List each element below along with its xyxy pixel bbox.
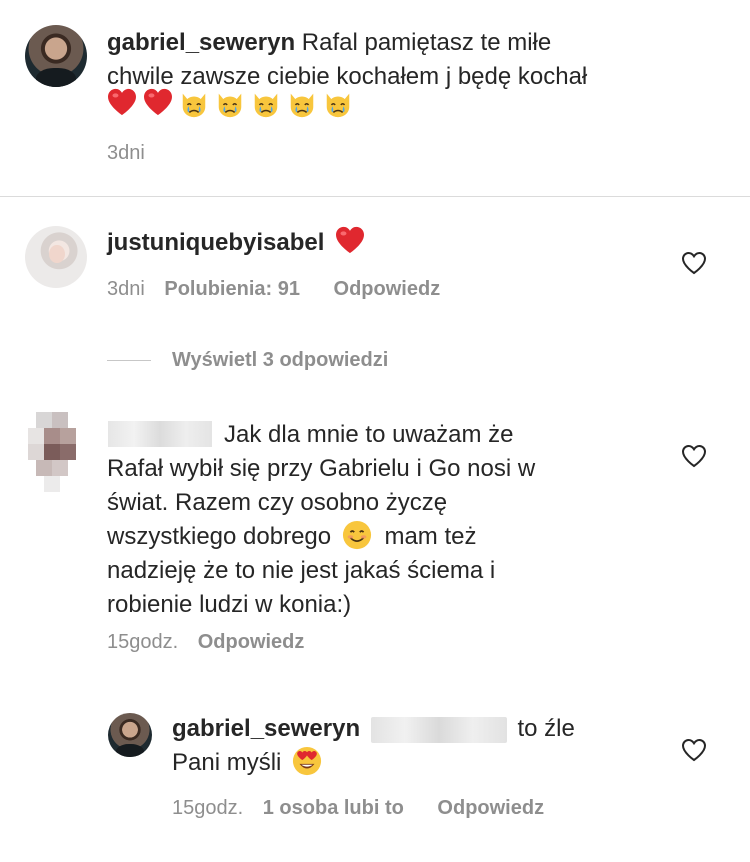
red-heart-emoji bbox=[143, 88, 173, 116]
comment-text: to źle bbox=[517, 715, 575, 742]
view-replies-line bbox=[107, 360, 151, 361]
view-replies-button[interactable]: Wyświetl 3 odpowiedzi bbox=[172, 347, 388, 373]
divider bbox=[0, 196, 750, 197]
crying-cat-emoji bbox=[251, 88, 281, 118]
comment-text: nadzieję że to nie jest jakaś ściema i bbox=[107, 557, 496, 584]
comment-time: 3dni bbox=[107, 142, 145, 164]
avatar[interactable] bbox=[25, 226, 87, 288]
comment: Jak dla mnie to uważam że Rafał wybił si… bbox=[107, 418, 667, 622]
comment-time: 15godz. bbox=[172, 797, 244, 819]
smiling-face-emoji bbox=[342, 520, 372, 550]
reply-button[interactable]: Odpowiedz bbox=[334, 278, 441, 300]
crying-cat-emoji bbox=[323, 88, 353, 118]
comment-text: mam też bbox=[384, 523, 477, 550]
red-heart-emoji bbox=[335, 226, 365, 254]
heart-outline-icon[interactable] bbox=[681, 444, 707, 468]
comment-text: Pani myśli bbox=[172, 749, 282, 776]
heart-outline-icon[interactable] bbox=[681, 738, 707, 762]
comment-meta: 15godz. 1 osoba lubi to Odpowiedz bbox=[172, 795, 544, 821]
comment-text: Rafal pamiętasz te miłe bbox=[301, 29, 552, 56]
avatar[interactable] bbox=[25, 25, 87, 87]
crying-cat-emoji bbox=[179, 88, 209, 118]
comment: gabriel_seweryn to źle Pani myśli bbox=[172, 712, 692, 780]
likes-count[interactable]: 1 osoba lubi to bbox=[263, 797, 404, 819]
comment-meta: 3dni Polubienia: 91 Odpowiedz bbox=[107, 276, 440, 302]
comment: gabriel_seweryn Rafal pamiętasz te miłe … bbox=[107, 26, 727, 94]
emoji-row bbox=[107, 88, 359, 122]
crying-cat-emoji bbox=[215, 88, 245, 118]
comment: justuniquebyisabel bbox=[107, 226, 371, 260]
comment-time: 15godz. bbox=[107, 631, 179, 653]
username[interactable]: gabriel_seweryn bbox=[107, 29, 295, 56]
comment-text: Rafał wybił się przy Gabrielu i Go nosi … bbox=[107, 455, 536, 482]
avatar[interactable] bbox=[28, 412, 84, 492]
comment-text: wszystkiego dobrego bbox=[107, 523, 332, 550]
comment-text: chwile zawsze ciebie kochałem j będę koc… bbox=[107, 63, 588, 90]
heart-eyes-emoji bbox=[292, 746, 322, 776]
blurred-mention[interactable] bbox=[370, 716, 507, 743]
reply-button[interactable]: Odpowiedz bbox=[198, 631, 305, 653]
comment-meta: 15godz. Odpowiedz bbox=[107, 629, 304, 655]
username[interactable]: justuniquebyisabel bbox=[107, 229, 324, 256]
comment-text: Jak dla mnie to uważam że bbox=[224, 421, 514, 448]
avatar[interactable] bbox=[108, 713, 152, 757]
reply-button[interactable]: Odpowiedz bbox=[437, 797, 544, 819]
username[interactable]: gabriel_seweryn bbox=[172, 715, 360, 742]
red-heart-emoji bbox=[107, 88, 137, 116]
view-replies-label: Wyświetl 3 odpowiedzi bbox=[172, 349, 389, 371]
comment-time: 3dni bbox=[107, 278, 145, 300]
likes-count[interactable]: Polubienia: 91 bbox=[164, 278, 300, 300]
comment-text: robienie ludzi w konia:) bbox=[107, 591, 352, 618]
crying-cat-emoji bbox=[287, 88, 317, 118]
comment-text: świat. Razem czy osobno życzę bbox=[107, 489, 448, 516]
heart-outline-icon[interactable] bbox=[681, 251, 707, 275]
